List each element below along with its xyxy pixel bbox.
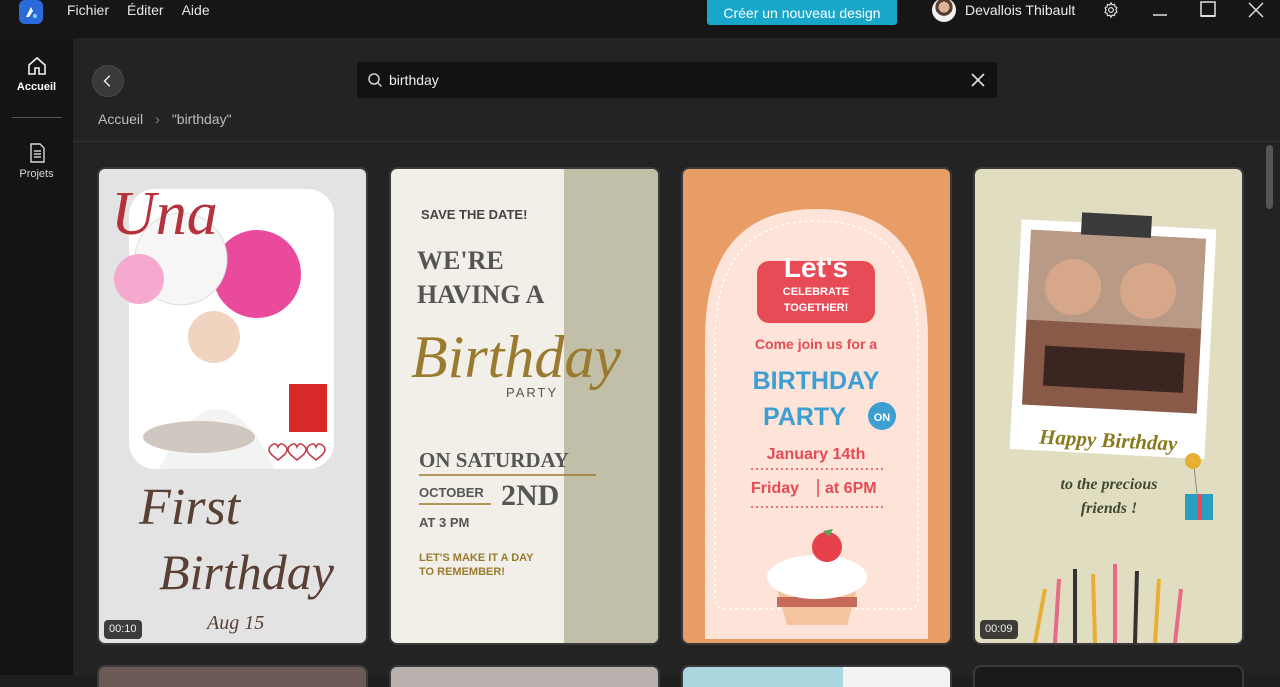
menu-editer[interactable]: Éditer — [118, 1, 173, 19]
user-name: Devallois Thibault — [965, 2, 1076, 18]
card3-line10: at 6PM — [825, 480, 877, 497]
breadcrumb-current: "birthday" — [171, 111, 232, 127]
rail-label-projets: Projets — [19, 168, 54, 180]
app-logo-icon — [19, 0, 43, 24]
card2-line6: ON SATURDAY — [419, 448, 569, 472]
card2-line1: SAVE THE DATE! — [421, 207, 527, 222]
home-icon — [27, 56, 46, 75]
card2-line3: HAVING A — [417, 280, 545, 309]
menu-fichier[interactable]: Fichier — [58, 1, 118, 19]
maximize-icon[interactable] — [1196, 0, 1220, 22]
template-card-row2-3[interactable] — [681, 665, 952, 687]
card3-line8: January 14th — [767, 446, 866, 463]
card3-line1: Let's — [784, 252, 848, 283]
main-content: Accueil › "birthday" Una First Birthday … — [73, 38, 1280, 687]
close-window-icon[interactable] — [1244, 0, 1268, 22]
card3-line9: Friday — [751, 480, 799, 497]
back-button[interactable] — [92, 65, 124, 97]
card3-line5: BIRTHDAY — [753, 367, 880, 395]
duration-badge: 00:09 — [980, 620, 1018, 639]
card2-line10: LET'S MAKE IT A DAY — [419, 552, 534, 564]
chevron-left-icon — [103, 75, 111, 87]
card2-line5: PARTY — [506, 385, 558, 400]
search-icon — [368, 73, 383, 88]
rail-label-accueil: Accueil — [16, 81, 57, 93]
card2-line7: OCTOBER — [419, 485, 484, 500]
menu-bar: Fichier Éditer Aide — [58, 1, 219, 19]
card2-line9: AT 3 PM — [419, 515, 469, 530]
breadcrumb-home[interactable]: Accueil — [98, 111, 143, 127]
template-preview-happy-birthday: Happy Birthday to the precious friends ! — [975, 169, 1242, 643]
card3-line2: CELEBRATE — [783, 286, 849, 298]
document-icon — [29, 143, 45, 163]
card3-line3: TOGETHER! — [784, 302, 849, 314]
template-preview-save-the-date: SAVE THE DATE! WE'RE HAVING A Birthday P… — [391, 169, 658, 643]
card1-date: Aug 15 — [205, 612, 264, 634]
title-bar: Fichier Éditer Aide Créer un nouveau des… — [0, 0, 1280, 38]
template-card-celebrate-together[interactable]: Let's CELEBRATE TOGETHER! Come join us f… — [681, 167, 952, 645]
user-account[interactable]: Devallois Thibault — [932, 0, 1075, 22]
template-card-save-the-date[interactable]: SAVE THE DATE! WE'RE HAVING A Birthday P… — [389, 167, 660, 645]
template-preview-celebrate-together: Let's CELEBRATE TOGETHER! Come join us f… — [683, 169, 950, 643]
create-new-design-button[interactable]: Créer un nouveau design — [707, 0, 897, 25]
scrollbar-thumb[interactable] — [1266, 145, 1273, 209]
card4-line2: to the precious — [1061, 476, 1158, 493]
card3-line6: PARTY — [763, 403, 846, 431]
template-card-row2-4[interactable] — [973, 665, 1244, 687]
search-bar — [357, 62, 997, 98]
rail-divider — [12, 117, 62, 118]
card1-line1: First — [138, 479, 242, 536]
card2-line8: 2ND — [501, 479, 559, 512]
template-card-first-birthday[interactable]: Una First Birthday Aug 15 00:10 — [97, 167, 368, 645]
template-card-happy-birthday[interactable]: Happy Birthday to the precious friends ! — [973, 167, 1244, 645]
header-divider — [73, 141, 1280, 142]
menu-aide[interactable]: Aide — [173, 1, 219, 19]
settings-gear-icon[interactable] — [1099, 0, 1123, 22]
minimize-icon[interactable] — [1148, 0, 1172, 22]
template-preview-first-birthday: Una First Birthday Aug 15 — [99, 169, 366, 643]
card2-line11: TO REMEMBER! — [419, 566, 505, 578]
card1-name: Una — [111, 180, 218, 248]
card1-line2: Birthday — [159, 544, 335, 600]
card4-line3: friends ! — [1081, 500, 1137, 517]
clear-search-icon[interactable] — [969, 71, 987, 89]
left-rail: Accueil Projets — [0, 38, 73, 675]
search-input[interactable] — [389, 62, 949, 98]
card2-line4: Birthday — [411, 324, 621, 390]
rail-item-accueil[interactable]: Accueil — [0, 55, 73, 93]
card2-line2: WE'RE — [417, 246, 504, 275]
template-grid: Una First Birthday Aug 15 00:10 SAVE THE… — [97, 167, 1247, 687]
duration-badge: 00:10 — [104, 620, 142, 639]
chevron-right-icon: › — [155, 111, 160, 127]
template-card-row2-1[interactable] — [97, 665, 368, 687]
template-card-row2-2[interactable] — [389, 665, 660, 687]
avatar — [932, 0, 956, 22]
breadcrumb: Accueil › "birthday" — [98, 111, 232, 127]
card3-line4: Come join us for a — [755, 336, 877, 352]
card3-line7: ON — [874, 412, 891, 424]
rail-item-projets[interactable]: Projets — [0, 142, 73, 180]
